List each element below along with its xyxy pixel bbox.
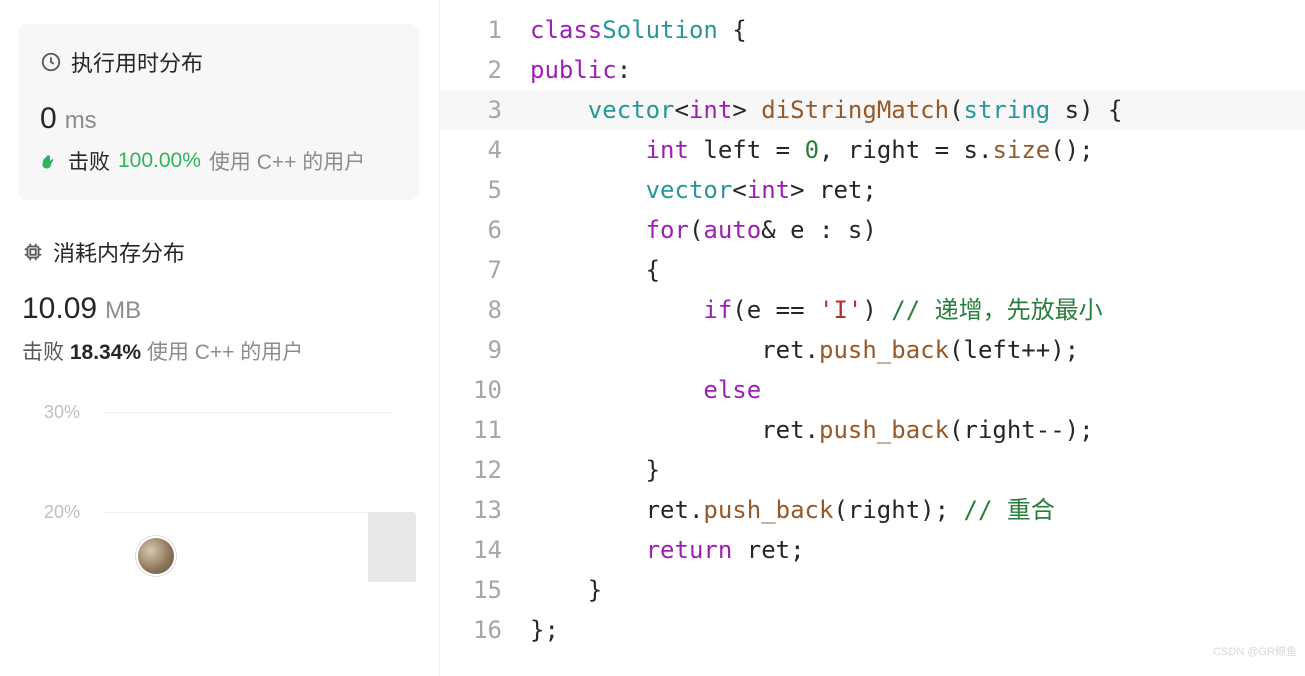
yaxis-label-20: 20% [44,502,80,523]
memory-value: 10.09 [22,292,97,326]
line-number: 7 [440,250,530,290]
runtime-metric: 0 ms [40,102,397,136]
line-number: 8 [440,290,530,330]
runtime-beat-line: 击败 100.00% 使用 C++ 的用户 [40,146,397,176]
gridline [104,512,393,513]
code-content[interactable]: if(e == 'I') // 递增，先放最小 [530,290,1103,330]
avatar[interactable] [136,536,176,576]
runtime-beat-prefix: 击败 [68,146,110,176]
code-line[interactable]: 14 return ret; [440,530,1305,570]
code-content[interactable]: return ret; [530,530,805,570]
memory-chart: 30% 20% [44,398,393,568]
clock-icon [40,51,62,73]
code-content[interactable]: vector<int> ret; [530,170,877,210]
code-content[interactable]: public: [530,50,631,90]
memory-title: 消耗内存分布 [53,236,185,268]
gridline [104,412,393,413]
code-content[interactable]: { [530,250,660,290]
memory-beat-suffix: 使用 C++ 的用户 [147,341,303,364]
memory-beat-prefix: 击败 [22,341,64,364]
memory-beat-line: 击败 18.34% 使用 C++ 的用户 [22,336,415,366]
code-editor[interactable]: 1classSolution {2public:3 vector<int> di… [440,0,1305,676]
code-line[interactable]: 13 ret.push_back(right); // 重合 [440,490,1305,530]
code-content[interactable]: vector<int> diStringMatch(string s) { [530,90,1122,130]
code-line[interactable]: 8 if(e == 'I') // 递增，先放最小 [440,290,1305,330]
code-line[interactable]: 10 else [440,370,1305,410]
line-number: 4 [440,130,530,170]
yaxis-label-30: 30% [44,402,80,423]
line-number: 3 [440,90,530,130]
code-content[interactable]: } [530,450,660,490]
code-content[interactable]: }; [530,610,559,650]
line-number: 1 [440,10,530,50]
code-line[interactable]: 7 { [440,250,1305,290]
line-number: 15 [440,570,530,610]
code-line[interactable]: 16}; [440,610,1305,650]
memory-card: 消耗内存分布 10.09 MB 击败 18.34% 使用 C++ 的用户 30%… [18,230,419,568]
code-line[interactable]: 9 ret.push_back(left++); [440,330,1305,370]
runtime-title-row: 执行用时分布 [40,46,397,78]
code-line[interactable]: 3 vector<int> diStringMatch(string s) { [440,90,1305,130]
runtime-title: 执行用时分布 [71,46,203,78]
code-line[interactable]: 4 int left = 0, right = s.size(); [440,130,1305,170]
chart-bar[interactable] [368,512,416,582]
line-number: 9 [440,330,530,370]
runtime-beat-pct: 100.00% [118,149,201,173]
memory-metric: 10.09 MB [22,292,415,326]
line-number: 5 [440,170,530,210]
runtime-beat-suffix: 使用 C++ 的用户 [209,146,365,176]
code-content[interactable]: for(auto& e : s) [530,210,877,250]
clap-icon [40,151,60,171]
memory-unit: MB [105,297,141,325]
memory-title-row: 消耗内存分布 [22,236,415,268]
code-content[interactable]: ret.push_back(right--); [530,410,1094,450]
line-number: 6 [440,210,530,250]
line-number: 11 [440,410,530,450]
code-content[interactable]: classSolution { [530,10,747,50]
line-number: 10 [440,370,530,410]
memory-beat-pct: 18.34% [70,341,141,364]
line-number: 16 [440,610,530,650]
code-line[interactable]: 1classSolution { [440,10,1305,50]
runtime-value: 0 [40,102,57,136]
code-content[interactable]: else [530,370,761,410]
line-number: 12 [440,450,530,490]
code-line[interactable]: 15 } [440,570,1305,610]
line-number: 13 [440,490,530,530]
line-number: 14 [440,530,530,570]
code-content[interactable]: ret.push_back(left++); [530,330,1079,370]
code-line[interactable]: 12 } [440,450,1305,490]
runtime-unit: ms [65,107,97,135]
code-line[interactable]: 6 for(auto& e : s) [440,210,1305,250]
code-content[interactable]: ret.push_back(right); // 重合 [530,490,1055,530]
watermark: CSDN @GR鲸鱼 [1213,632,1297,672]
code-line[interactable]: 5 vector<int> ret; [440,170,1305,210]
line-number: 2 [440,50,530,90]
code-line[interactable]: 11 ret.push_back(right--); [440,410,1305,450]
code-content[interactable]: int left = 0, right = s.size(); [530,130,1094,170]
code-content[interactable]: } [530,570,602,610]
code-line[interactable]: 2public: [440,50,1305,90]
runtime-card: 执行用时分布 0 ms 击败 100.00% 使用 C++ 的用户 [18,24,419,200]
chip-icon [22,241,44,263]
stats-panel: 执行用时分布 0 ms 击败 100.00% 使用 C++ 的用户 消耗内存分布… [0,0,440,676]
